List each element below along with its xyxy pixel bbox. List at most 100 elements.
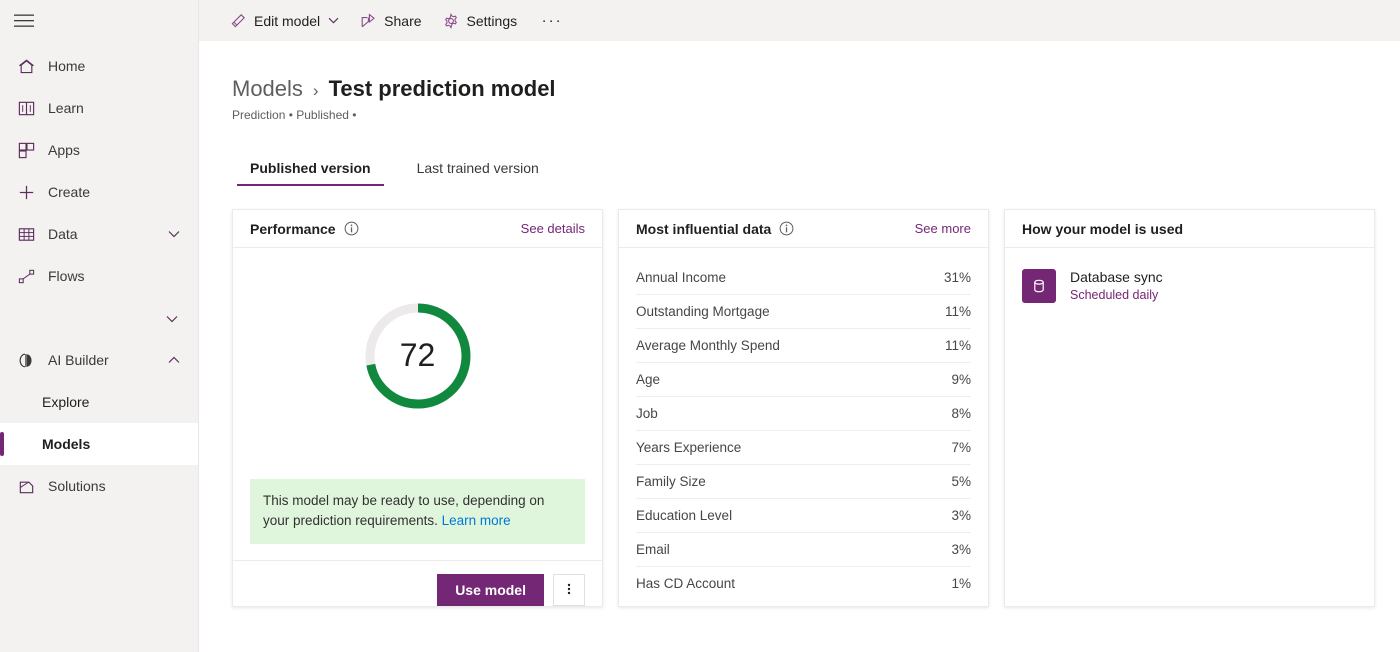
influential-data-list: Annual Income 31% Outstanding Mortgage 1…	[636, 248, 971, 600]
usage-item-title: Database sync	[1070, 268, 1163, 286]
settings-label: Settings	[467, 13, 518, 29]
breadcrumb-separator-icon: ›	[313, 81, 319, 101]
info-icon[interactable]	[344, 221, 359, 236]
apps-icon	[14, 138, 38, 162]
usage-item-texts: Database sync Scheduled daily	[1070, 268, 1163, 304]
share-label: Share	[384, 13, 421, 29]
table-row: Education Level 3%	[636, 499, 971, 533]
table-row: Has CD Account 1%	[636, 567, 971, 600]
sidebar-item-models[interactable]: Models	[0, 423, 198, 465]
more-commands-button[interactable]: ···	[537, 5, 567, 37]
ai-builder-icon	[14, 348, 38, 372]
see-details-link[interactable]: See details	[521, 221, 585, 236]
performance-title-wrap: Performance	[250, 221, 359, 237]
most-influential-data-card: Most influential data See more	[618, 209, 989, 607]
sidebar-item-solutions[interactable]: Solutions	[0, 465, 198, 507]
sidebar-item-label: AI Builder	[48, 350, 109, 370]
tab-published-version[interactable]: Published version	[237, 152, 384, 186]
influential-value: 1%	[951, 576, 971, 591]
performance-score: 72	[362, 300, 474, 412]
influential-name: Average Monthly Spend	[636, 338, 780, 353]
influential-name: Email	[636, 542, 670, 557]
table-icon	[14, 222, 38, 246]
book-icon	[14, 96, 38, 120]
kebab-icon	[567, 581, 571, 600]
sidebar-item-label: Create	[48, 182, 90, 202]
table-row: Job 8%	[636, 397, 971, 431]
sidebar-item-explore[interactable]: Explore	[0, 381, 198, 423]
sidebar-item-data[interactable]: Data	[0, 213, 198, 255]
table-row: Email 3%	[636, 533, 971, 567]
plus-icon	[14, 180, 38, 204]
solutions-icon	[14, 474, 38, 498]
page-content: Models › Test prediction model Predictio…	[199, 41, 1400, 607]
command-bar: Edit model Share	[199, 0, 1400, 41]
breadcrumb: Models › Test prediction model	[232, 41, 1400, 102]
edit-model-button[interactable]: Edit model	[221, 5, 347, 37]
learn-more-link[interactable]: Learn more	[442, 513, 511, 528]
list-item[interactable]: Database sync Scheduled daily	[1022, 268, 1357, 304]
share-button[interactable]: Share	[351, 5, 429, 37]
influential-name: Outstanding Mortgage	[636, 304, 770, 319]
influential-title-wrap: Most influential data	[636, 221, 794, 237]
performance-more-options-button[interactable]	[553, 574, 585, 606]
breadcrumb-models-link[interactable]: Models	[232, 76, 303, 102]
see-more-link[interactable]: See more	[915, 221, 971, 236]
table-row: Family Size 5%	[636, 465, 971, 499]
share-icon	[359, 12, 377, 30]
table-row: Average Monthly Spend 11%	[636, 329, 971, 363]
page-title: Test prediction model	[329, 76, 556, 102]
sidebar-item-home[interactable]: Home	[0, 45, 198, 87]
flows-icon	[14, 264, 38, 288]
influential-value: 11%	[945, 304, 971, 319]
sidebar-item-ai-builder[interactable]: AI Builder	[0, 339, 198, 381]
chevron-down-icon[interactable]	[328, 17, 339, 24]
table-row: Outstanding Mortgage 11%	[636, 295, 971, 329]
sidebar-item-label: Flows	[48, 266, 85, 286]
version-tabs: Published version Last trained version	[232, 152, 1400, 186]
sidebar-item-label: Data	[48, 224, 78, 244]
performance-gauge-wrap: 72	[250, 248, 585, 479]
sidebar-item-label: Models	[42, 434, 90, 454]
performance-gauge: 72	[362, 300, 474, 412]
gear-icon	[442, 12, 460, 30]
sidebar-item-label: Solutions	[48, 476, 106, 496]
sidebar-item-flows[interactable]: Flows	[0, 255, 198, 297]
database-icon	[1022, 269, 1056, 303]
influential-name: Education Level	[636, 508, 732, 523]
chevron-down-icon[interactable]	[166, 226, 182, 242]
chevron-up-icon[interactable]	[166, 352, 182, 368]
sidebar-item-learn[interactable]: Learn	[0, 87, 198, 129]
sidebar-item-apps[interactable]: Apps	[0, 129, 198, 171]
usage-card-title: How your model is used	[1022, 221, 1183, 237]
influential-value: 3%	[951, 542, 971, 557]
main-content: Edit model Share	[199, 0, 1400, 652]
hamburger-menu-icon[interactable]	[0, 0, 48, 41]
sidebar-item-create[interactable]: Create	[0, 171, 198, 213]
performance-card-footer: Use model	[233, 560, 602, 606]
usage-item-subtitle: Scheduled daily	[1070, 287, 1163, 304]
app-root: Home Learn Apps	[0, 0, 1400, 652]
table-row: Annual Income 31%	[636, 261, 971, 295]
tab-last-trained-version[interactable]: Last trained version	[404, 152, 552, 186]
page-subtitle: Prediction • Published •	[232, 108, 1400, 122]
cards-row: Performance See details	[232, 209, 1400, 607]
sidebar-item-label: Home	[48, 56, 85, 76]
table-row: Years Experience 7%	[636, 431, 971, 465]
performance-card-header: Performance See details	[233, 210, 602, 248]
influential-value: 5%	[951, 474, 971, 489]
readiness-banner: This model may be ready to use, dependin…	[250, 479, 585, 544]
performance-card-title: Performance	[250, 221, 336, 237]
influential-value: 31%	[944, 270, 971, 285]
influential-card-header: Most influential data See more	[619, 210, 988, 248]
info-icon[interactable]	[779, 221, 794, 236]
influential-card-body: Annual Income 31% Outstanding Mortgage 1…	[619, 248, 988, 606]
settings-button[interactable]: Settings	[434, 5, 526, 37]
influential-value: 3%	[951, 508, 971, 523]
pencil-icon	[229, 12, 247, 30]
use-model-button[interactable]: Use model	[437, 574, 544, 606]
chevron-down-icon[interactable]	[166, 310, 182, 326]
sidebar-collapsed-group-row[interactable]	[0, 297, 198, 339]
influential-card-title: Most influential data	[636, 221, 771, 237]
influential-name: Years Experience	[636, 440, 741, 455]
